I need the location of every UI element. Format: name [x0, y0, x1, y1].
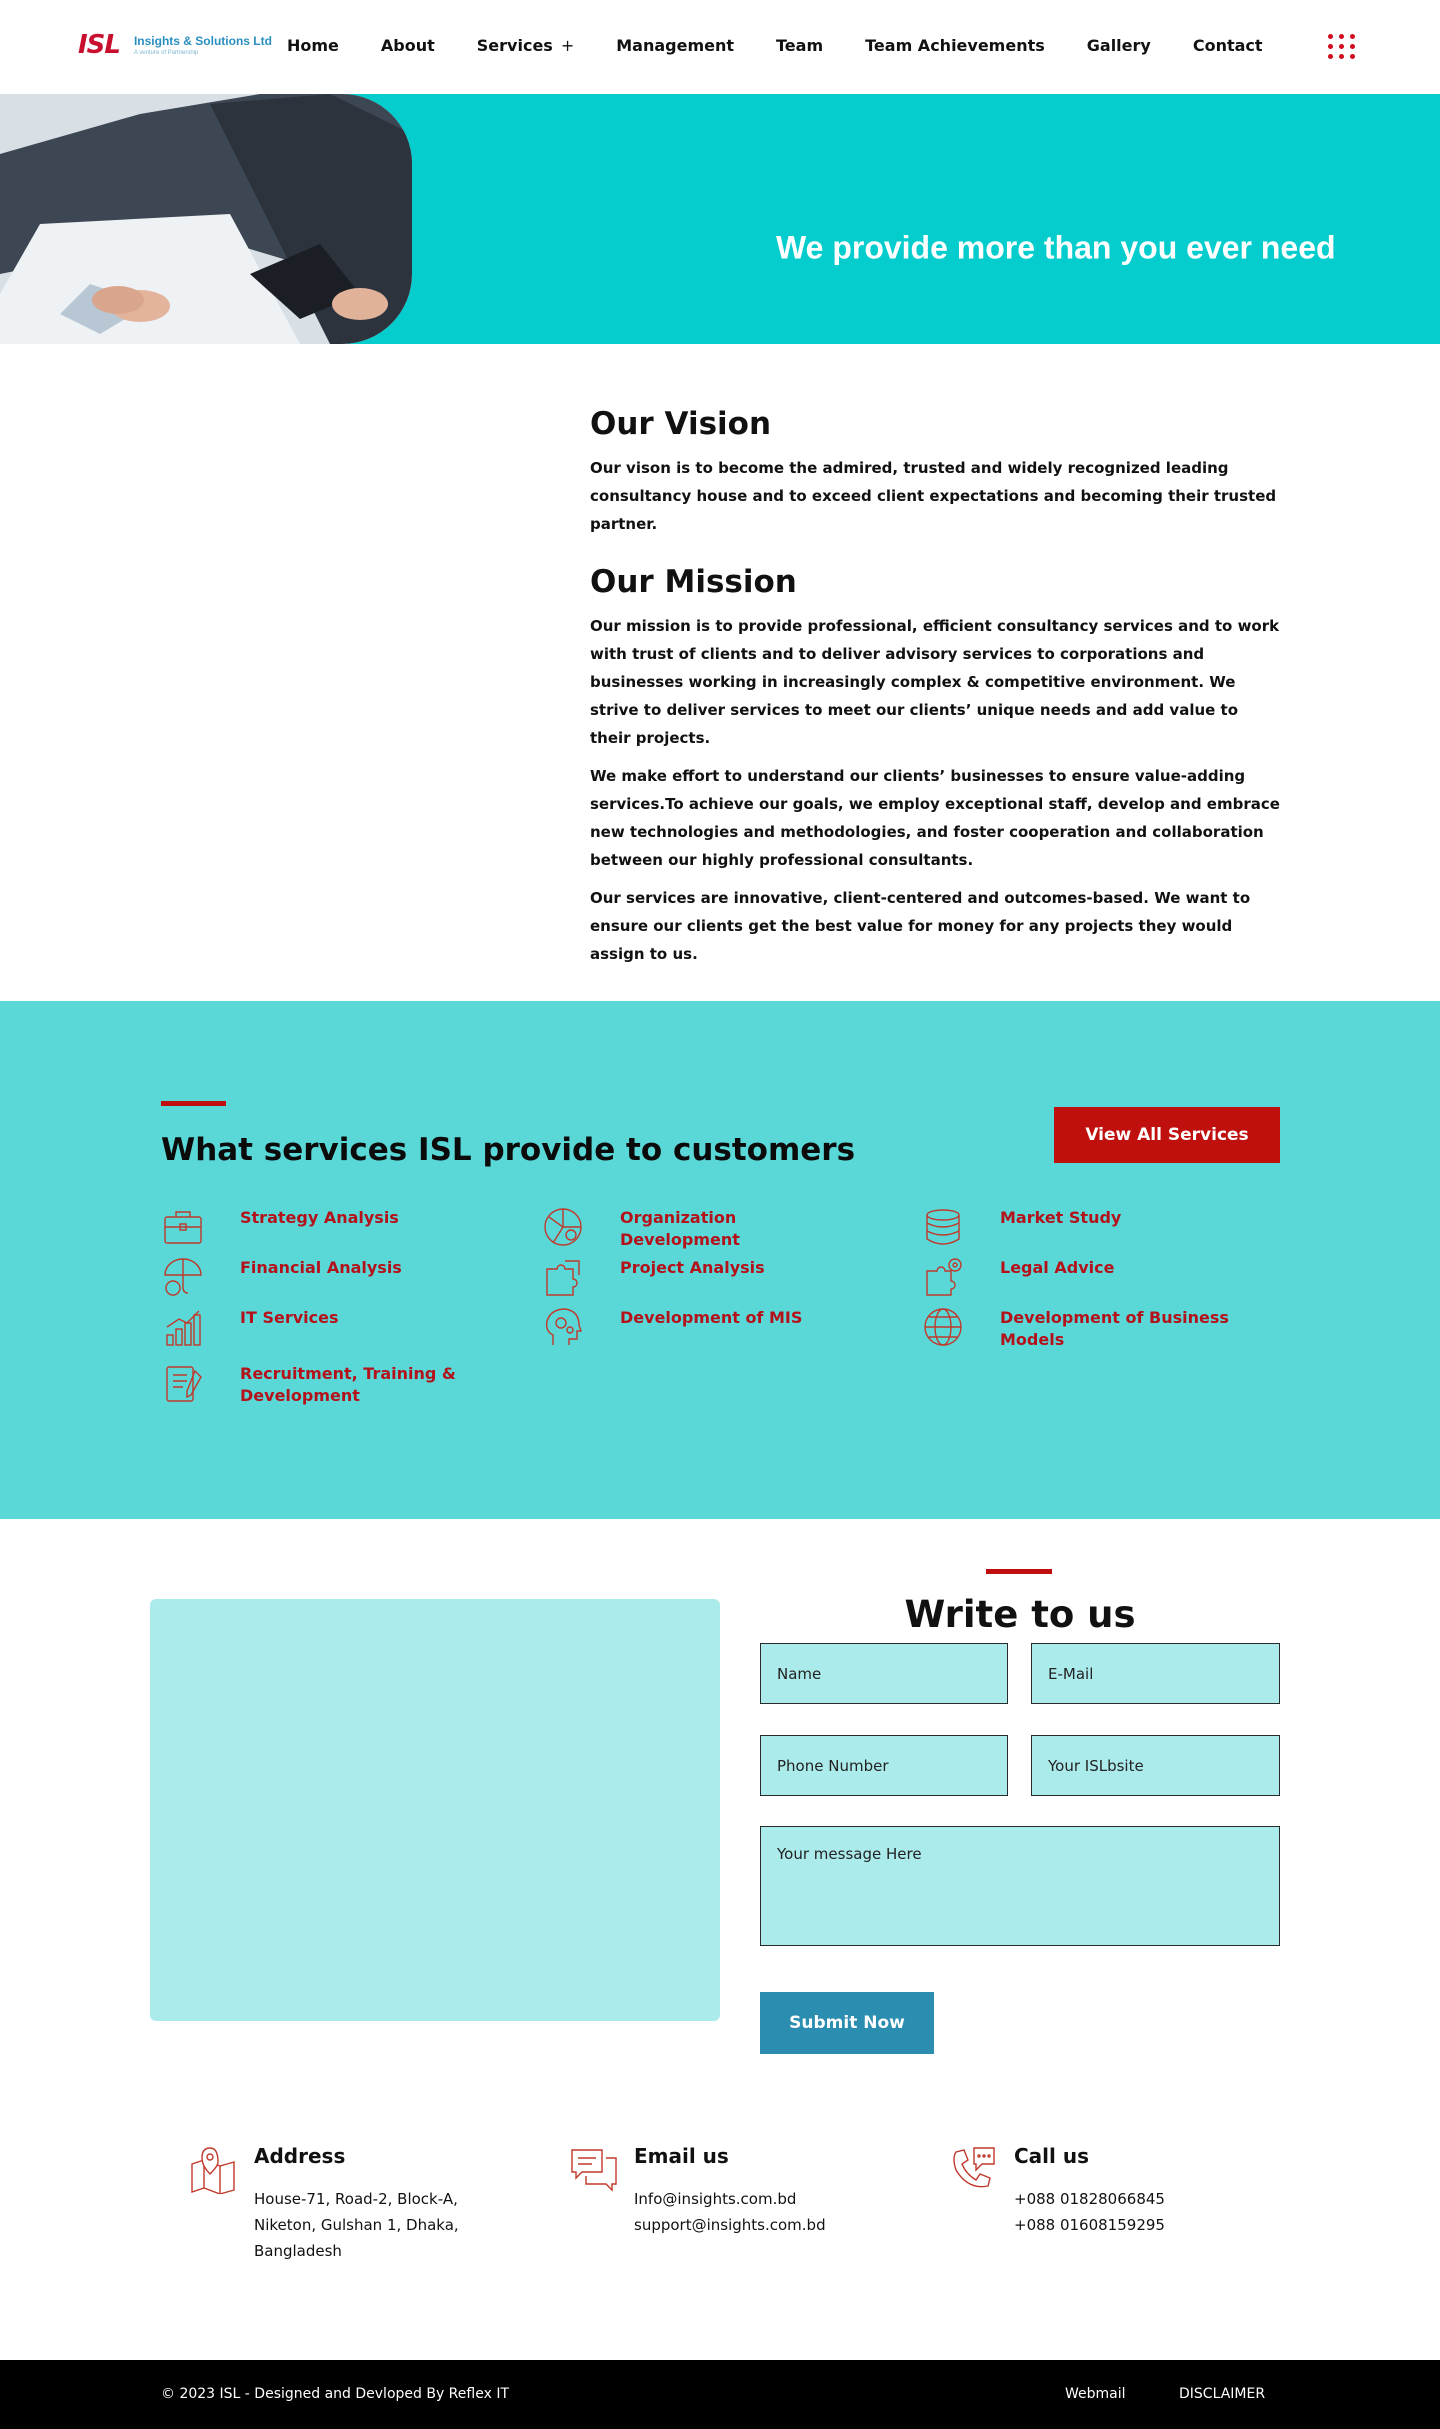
nav-home[interactable]: Home: [287, 36, 339, 55]
services-title: What services ISL provide to customers: [161, 1132, 856, 1168]
service-item[interactable]: Organization Development: [541, 1207, 860, 1257]
service-item[interactable]: Market Study: [921, 1207, 1240, 1257]
phone-chat-icon: [953, 2147, 995, 2188]
write-to-us-title: Write to us: [904, 1593, 1136, 1636]
service-item[interactable]: Legal Advice: [921, 1257, 1240, 1307]
section-accent-bar: [161, 1101, 226, 1106]
hero-banner: We provide more than you ever need: [0, 94, 1440, 344]
phone-field[interactable]: [760, 1735, 1008, 1796]
nav-team-achievements[interactable]: Team Achievements: [865, 36, 1045, 55]
phone-number[interactable]: +088 01828066845: [1014, 2186, 1165, 2212]
email-field[interactable]: [1031, 1643, 1280, 1704]
nav-contact[interactable]: Contact: [1193, 36, 1263, 55]
pie-globe-icon: [544, 1208, 582, 1246]
umbrella-coin-icon: [164, 1258, 202, 1296]
service-item[interactable]: IT Services: [161, 1307, 480, 1357]
main-menu: Home About Services + Management Team Tea…: [287, 36, 1305, 55]
logo-name: Insights & Solutions Ltd: [133, 34, 272, 48]
plus-icon: +: [560, 36, 575, 55]
nav-team[interactable]: Team: [776, 36, 823, 55]
mission-title: Our Mission: [590, 564, 797, 600]
mission-paragraph: Our mission is to provide professional, …: [590, 617, 1280, 747]
view-all-services-button[interactable]: View All Services: [1054, 1107, 1280, 1163]
mission-paragraph: We make effort to understand our clients…: [590, 767, 1280, 869]
vision-mission-section: Our Vision Our vison is to become the ad…: [0, 344, 1440, 1001]
copyright-text: © 2023 ISL - Designed and Devloped By Re…: [161, 2386, 509, 2402]
services-section: What services ISL provide to customers V…: [0, 1001, 1440, 1519]
service-item[interactable]: Development of MIS: [541, 1307, 860, 1357]
services-column-3: Market Study Legal Advice Development of…: [921, 1207, 1240, 1357]
map-placeholder[interactable]: [150, 1599, 720, 2021]
puzzle-gear-icon: [926, 1258, 962, 1296]
address-line: Bangladesh: [254, 2242, 342, 2260]
submit-button[interactable]: Submit Now: [760, 1992, 934, 2054]
address-title: Address: [254, 2144, 346, 2168]
clipboard-pen-icon: [166, 1366, 202, 1402]
handshake-image: [0, 94, 412, 344]
email-block: Email us Info@insights.com.bd support@in…: [568, 2144, 826, 2238]
hero-headline: We provide more than you ever need: [776, 229, 1336, 266]
mission-paragraph: Our services are innovative, client-cent…: [590, 889, 1251, 963]
briefcase-icon: [164, 1211, 202, 1244]
service-item[interactable]: Financial Analysis: [161, 1257, 480, 1307]
grid-dots-icon[interactable]: [1328, 34, 1356, 59]
puzzle-icon: [546, 1260, 580, 1296]
vision-title: Our Vision: [590, 406, 772, 442]
service-item[interactable]: Strategy Analysis: [161, 1207, 480, 1257]
site-footer: © 2023 ISL - Designed and Devloped By Re…: [0, 2360, 1440, 2429]
coin-stack-icon: [926, 1209, 960, 1245]
section-accent-bar: [986, 1569, 1052, 1574]
top-nav: ISL Insights & Solutions Ltd A venture o…: [0, 0, 1440, 94]
services-column-2: Organization Development Project Analysi…: [541, 1207, 860, 1357]
website-field[interactable]: [1031, 1735, 1280, 1796]
service-item[interactable]: Project Analysis: [541, 1257, 860, 1307]
logo-mark: ISL: [78, 30, 121, 60]
call-title: Call us: [1014, 2144, 1089, 2168]
nav-about[interactable]: About: [381, 36, 435, 55]
chat-bubbles-icon: [571, 2149, 617, 2192]
email-title: Email us: [634, 2144, 729, 2168]
email-link[interactable]: Info@insights.com.bd: [634, 2186, 826, 2212]
site-logo[interactable]: ISL Insights & Solutions Ltd A venture o…: [78, 30, 272, 60]
address-block: Address House-71, Road-2, Block-A, Niket…: [188, 2144, 459, 2264]
address-line: House-71, Road-2, Block-A,: [254, 2190, 458, 2208]
webmail-link[interactable]: Webmail: [1065, 2386, 1126, 2402]
contact-info-section: Address House-71, Road-2, Block-A, Niket…: [0, 2104, 1440, 2360]
phone-number[interactable]: +088 01608159295: [1014, 2212, 1165, 2238]
service-item[interactable]: Development of Business Models: [921, 1307, 1240, 1357]
bar-chart-icon: [166, 1310, 201, 1346]
map-pin-icon: [191, 2147, 235, 2194]
vision-text: Our vison is to become the admired, trus…: [590, 459, 1277, 533]
service-item[interactable]: Recruitment, Training & Development: [161, 1363, 480, 1437]
nav-management[interactable]: Management: [616, 36, 734, 55]
logo-tagline: A venture of Partnership: [133, 50, 199, 56]
name-field[interactable]: [760, 1643, 1008, 1704]
call-block: Call us +088 01828066845 +088 0160815929…: [948, 2144, 1165, 2238]
email-link[interactable]: support@insights.com.bd: [634, 2212, 826, 2238]
head-gears-icon: [545, 1308, 582, 1345]
disclaimer-link[interactable]: DISCLAIMER: [1179, 2386, 1265, 2402]
address-line: Niketon, Gulshan 1, Dhaka,: [254, 2216, 459, 2234]
contact-section: Write to us Submit Now: [0, 1519, 1440, 2104]
globe-icon: [924, 1308, 962, 1346]
services-column-1: Strategy Analysis Financial Analysis IT …: [161, 1207, 480, 1437]
nav-services[interactable]: Services +: [477, 36, 574, 55]
message-field[interactable]: [760, 1826, 1280, 1946]
nav-gallery[interactable]: Gallery: [1087, 36, 1151, 55]
